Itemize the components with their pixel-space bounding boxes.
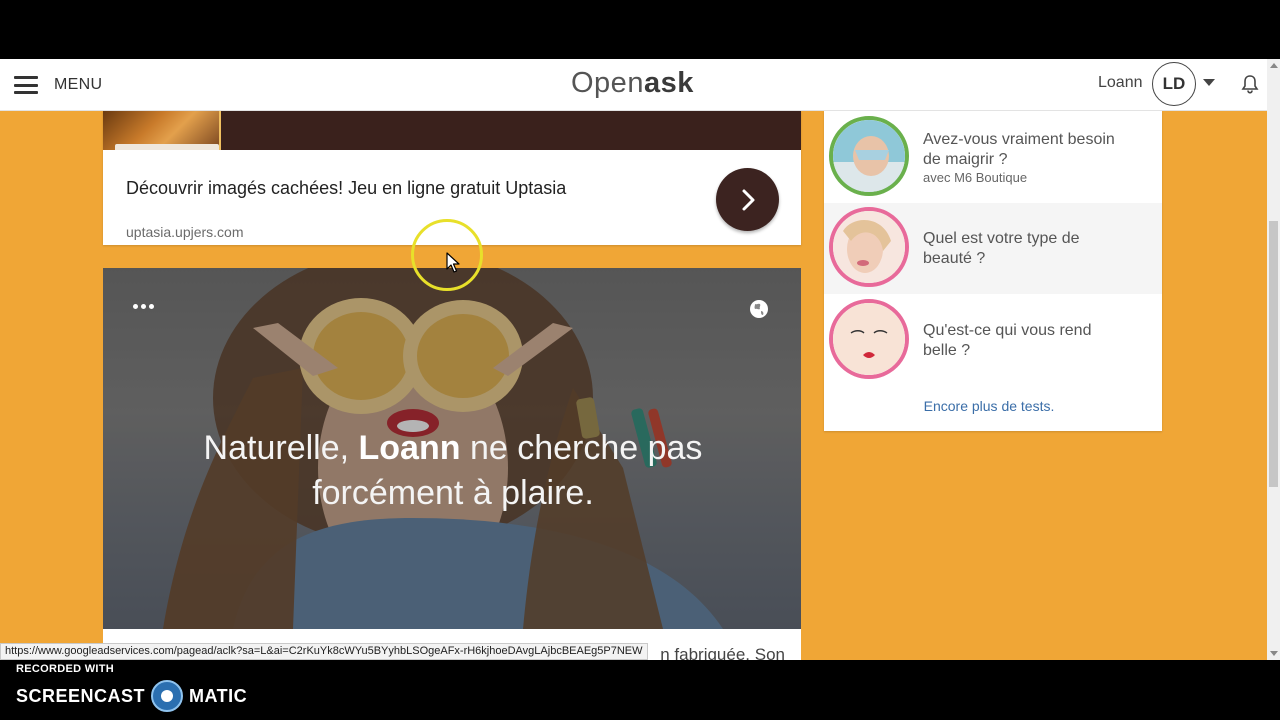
ad-open-button[interactable]	[716, 168, 779, 231]
top-black-bar	[0, 0, 1280, 59]
web-page: MENU Openask Loann LD Découvrir imagés c…	[0, 59, 1267, 660]
ad-url[interactable]: uptasia.upjers.com	[126, 224, 244, 240]
quiz-thumbnail	[829, 299, 909, 379]
scrollbar-thumb[interactable]	[1269, 221, 1278, 487]
user-name[interactable]: Loann	[1098, 74, 1143, 92]
logo-prefix: Open	[571, 67, 644, 99]
quiz-item[interactable]: Qu'est-ce qui vous rend belle ?	[824, 295, 1162, 386]
hamburger-icon	[14, 76, 38, 94]
recorder-logo-icon	[151, 680, 184, 712]
result-headline: Naturelle, Loann ne cherche pas forcémen…	[173, 426, 733, 516]
chevron-down-icon[interactable]	[1203, 79, 1215, 86]
more-options-icon[interactable]	[133, 304, 154, 309]
quiz-item[interactable]: Quel est votre type de beauté ?	[824, 203, 1162, 294]
recorder-bar: RECORDED WITH SCREENCAST MATIC	[0, 660, 1280, 720]
ad-banner-image	[103, 111, 801, 150]
recorder-brand-left: SCREENCAST	[16, 685, 146, 706]
recorder-caption: RECORDED WITH	[16, 663, 115, 675]
chevron-right-icon	[742, 189, 754, 210]
screen: MENU Openask Loann LD Découvrir imagés c…	[0, 0, 1280, 720]
globe-icon[interactable]	[749, 299, 769, 319]
site-logo[interactable]: Openask	[571, 67, 694, 100]
browser-status-url: https://www.googleadservices.com/pagead/…	[0, 643, 648, 660]
quiz-sidebar: Avez-vous vraiment besoin de maigrir ? a…	[824, 111, 1162, 431]
scroll-down-icon[interactable]	[1270, 651, 1278, 656]
result-card: Naturelle, Loann ne cherche pas forcémen…	[103, 268, 801, 660]
recorder-brand-right: MATIC	[189, 685, 248, 706]
quiz-title[interactable]: Avez-vous vraiment besoin de maigrir ?	[923, 130, 1123, 170]
result-body-text: n fabriquée. Son	[660, 645, 785, 660]
ad-thumbnail-tab	[115, 144, 219, 150]
avatar[interactable]: LD	[1152, 62, 1196, 106]
scroll-up-icon[interactable]	[1270, 63, 1278, 68]
headline-part-1: Naturelle,	[203, 429, 359, 467]
recorder-brand: SCREENCAST MATIC	[16, 680, 247, 712]
quiz-thumbnail	[829, 207, 909, 287]
ad-title[interactable]: Découvrir imagés cachées! Jeu en ligne g…	[126, 178, 566, 199]
quiz-title[interactable]: Qu'est-ce qui vous rend belle ?	[923, 321, 1123, 361]
headline-name: Loann	[358, 429, 461, 467]
quiz-item[interactable]: Avez-vous vraiment besoin de maigrir ? a…	[824, 112, 1162, 203]
logo-suffix: ask	[643, 67, 694, 99]
site-header: MENU Openask Loann LD	[0, 59, 1267, 111]
menu-label: MENU	[54, 76, 103, 93]
bell-icon[interactable]	[1241, 74, 1259, 94]
menu-button[interactable]: MENU	[14, 71, 102, 99]
quiz-title[interactable]: Quel est votre type de beauté ?	[923, 229, 1123, 269]
mouse-cursor-icon	[446, 252, 460, 273]
quiz-thumbnail	[829, 116, 909, 196]
more-quizzes-link[interactable]: Encore plus de tests.	[824, 398, 1154, 414]
quiz-subtitle: avec M6 Boutique	[923, 170, 1028, 185]
vertical-scrollbar[interactable]	[1267, 59, 1280, 660]
